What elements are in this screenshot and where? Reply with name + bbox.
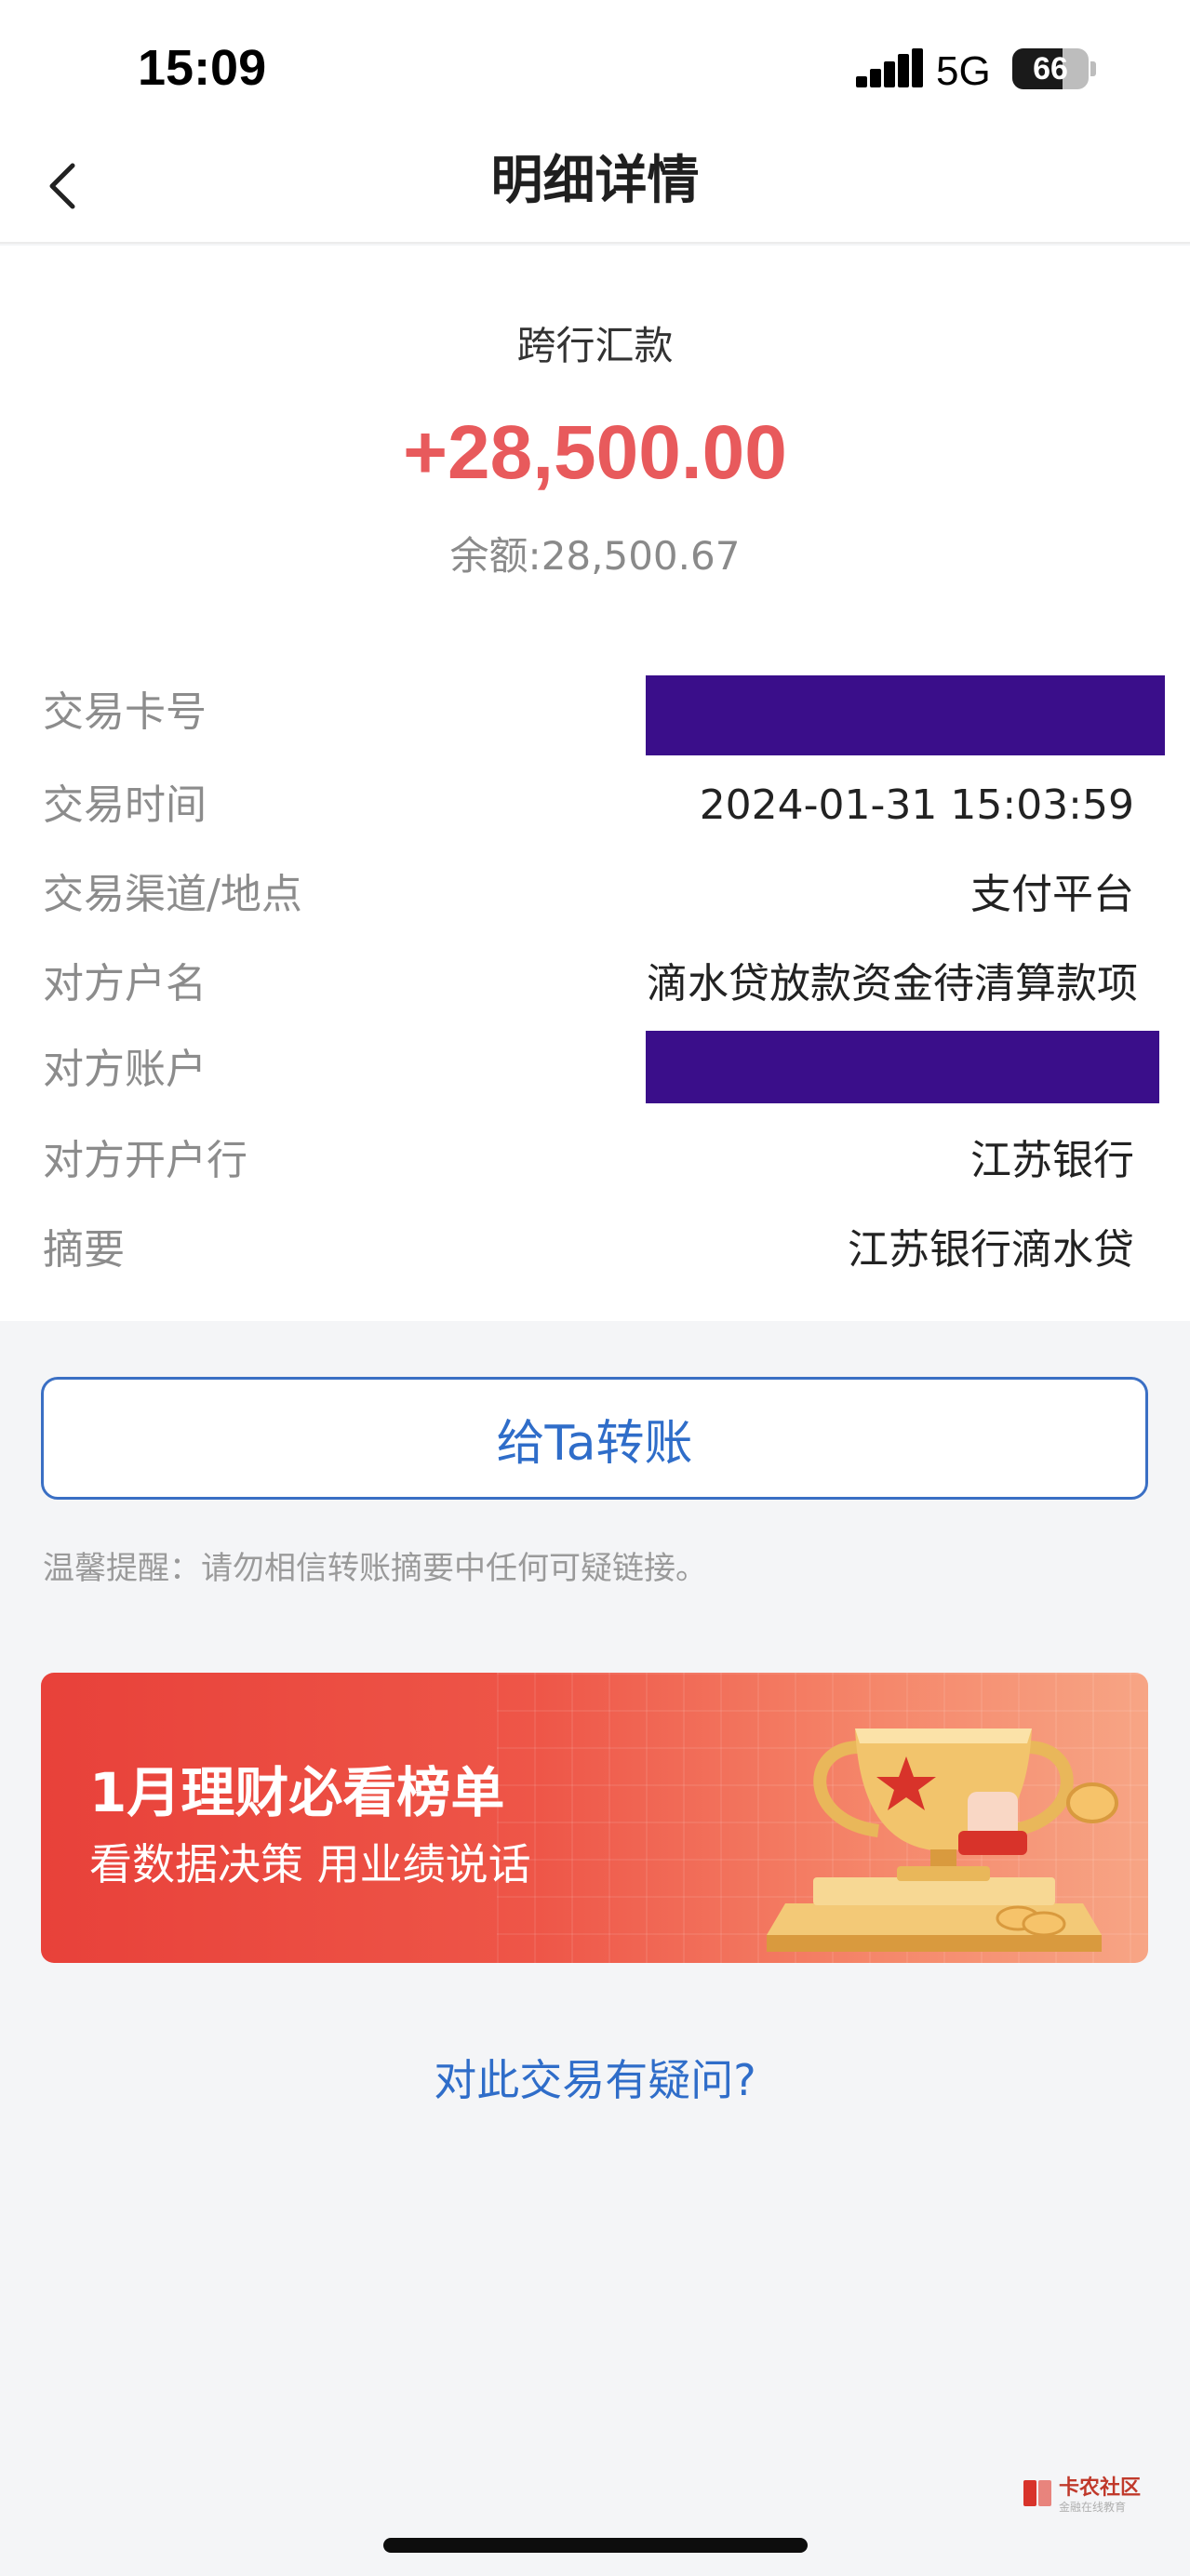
home-indicator[interactable] (383, 2538, 808, 2553)
redaction-block (646, 675, 1165, 755)
detail-label: 对方户名 (43, 960, 207, 1008)
transfer-to-payee-button[interactable]: 给Ta转账 (41, 1377, 1148, 1500)
banner-title: 1月理财必看榜单 (89, 1761, 505, 1824)
balance-text: 余额:28,500.67 (449, 533, 741, 579)
detail-label: 对方开户行 (43, 1137, 247, 1184)
transaction-question-link[interactable]: 对此交易有疑问? (0, 2047, 1190, 2108)
battery-icon: 66 (1012, 48, 1089, 89)
battery-tip (1090, 61, 1096, 76)
page-title: 明细详情 (490, 151, 700, 211)
detail-row-payee-account: 对方账户 (0, 1031, 1190, 1107)
battery-level: 66 (1033, 50, 1068, 87)
status-bar: 15:09 5G 66 (0, 0, 1190, 140)
watermark-logo: 卡农社区 金融在线教育 (1022, 2469, 1152, 2525)
transaction-amount: +28,500.00 (403, 410, 787, 495)
detail-label: 交易渠道/地点 (43, 871, 302, 918)
transaction-type: 跨行汇款 (516, 323, 674, 368)
trophy-icon (767, 1728, 1118, 1952)
redaction-block (646, 1031, 1159, 1103)
banner-subtitle: 看数据决策 用业绩说话 (89, 1839, 531, 1889)
detail-label: 摘要 (43, 1226, 125, 1274)
nav-bar: 明细详情 (0, 140, 1190, 244)
detail-value: 滴水贷放款资金待清算款项 (647, 960, 1138, 1008)
detail-value: 支付平台 (970, 871, 1134, 918)
detail-row-time: 交易时间 2024-01-31 15:03:59 (0, 768, 1190, 843)
status-time: 15:09 (138, 40, 267, 96)
transaction-detail-card: 跨行汇款 +28,500.00 余额:28,500.67 交易卡号 交易时间 2… (0, 246, 1190, 1321)
detail-row-summary: 摘要 江苏银行滴水贷 (0, 1213, 1190, 1288)
promo-banner[interactable]: 1月理财必看榜单 看数据决策 用业绩说话 (41, 1673, 1148, 1963)
security-reminder: 温馨提醒：请勿相信转账摘要中任何可疑链接。 (43, 1550, 707, 1587)
detail-row-payee-name: 对方户名 滴水贷放款资金待清算款项 (0, 947, 1190, 1021)
watermark-icon (1023, 2480, 1051, 2506)
detail-label: 对方账户 (43, 1046, 207, 1093)
detail-label: 交易卡号 (43, 688, 207, 736)
detail-row-payee-bank: 对方开户行 江苏银行 (0, 1124, 1190, 1198)
signal-icon (856, 48, 923, 87)
detail-value: 江苏银行滴水贷 (848, 1226, 1134, 1274)
detail-row-card-number: 交易卡号 (0, 675, 1190, 755)
watermark-subtext: 金融在线教育 (1059, 2501, 1127, 2514)
watermark-text: 卡农社区 (1059, 2476, 1142, 2500)
network-label: 5G (936, 48, 991, 94)
detail-label: 交易时间 (43, 781, 207, 829)
detail-row-channel: 交易渠道/地点 支付平台 (0, 858, 1190, 932)
detail-value: 江苏银行 (970, 1137, 1134, 1184)
detail-value: 2024-01-31 15:03:59 (699, 781, 1134, 829)
